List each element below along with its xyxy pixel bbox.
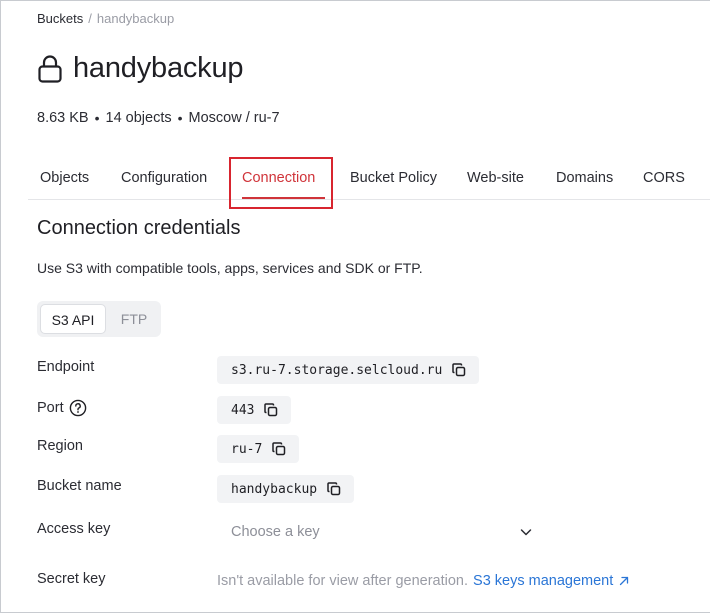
access-key-select[interactable]: Choose a key [217, 519, 537, 545]
tab-web-site[interactable]: Web-site [467, 170, 524, 186]
protocol-toggle: S3 API FTP [37, 301, 161, 337]
port-value: 443 [231, 402, 255, 418]
s3-keys-management-link-text: S3 keys management [473, 573, 614, 589]
access-key-label: Access key [37, 521, 110, 537]
section-title: Connection credentials [37, 217, 241, 239]
secret-key-note-text: Isn't available for view after generatio… [217, 573, 469, 589]
tab-bar: Objects Configuration Connection Bucket … [28, 158, 710, 200]
copy-icon[interactable] [263, 402, 279, 418]
bucket-name-value: handybackup [231, 481, 318, 497]
endpoint-label-text: Endpoint [37, 359, 95, 375]
meta-separator: • [94, 110, 100, 126]
region-value: ru-7 [231, 441, 263, 457]
secret-key-label-text: Secret key [37, 571, 106, 587]
chevron-down-icon [520, 529, 532, 536]
region-value-chip: ru-7 [217, 435, 300, 463]
help-circle-icon[interactable] [69, 399, 87, 417]
s3-keys-management-link[interactable]: S3 keys management [473, 573, 630, 589]
toggle-ftp[interactable]: FTP [110, 304, 158, 334]
region-label: Region [37, 438, 83, 454]
port-value-chip: 443 [217, 396, 292, 424]
secret-key-label: Secret key [37, 571, 106, 587]
tab-cors[interactable]: CORS [643, 170, 685, 186]
copy-icon[interactable] [271, 441, 287, 457]
lock-icon [38, 54, 62, 83]
endpoint-value: s3.ru-7.storage.selcloud.ru [231, 362, 443, 378]
annotation-highlight-box [229, 157, 333, 209]
breadcrumb-root[interactable]: Buckets [37, 11, 83, 26]
copy-icon[interactable] [451, 362, 467, 378]
section-subtitle: Use S3 with compatible tools, apps, serv… [37, 260, 423, 276]
port-label: Port [37, 399, 87, 417]
bucket-name-label-text: Bucket name [37, 478, 122, 494]
access-key-label-text: Access key [37, 521, 111, 537]
meta-separator: • [177, 110, 183, 126]
toggle-s3-api[interactable]: S3 API [40, 304, 106, 334]
bucket-object-count: 14 objects [105, 110, 172, 126]
page-title: handybackup [73, 52, 244, 84]
bucket-meta: 8.63 KB • 14 objects • Moscow / ru-7 [37, 110, 280, 126]
tab-objects[interactable]: Objects [40, 170, 89, 186]
breadcrumb: Buckets / handybackup [37, 11, 174, 26]
bucket-name-value-chip: handybackup [217, 475, 355, 503]
port-label-text: Port [37, 400, 64, 416]
endpoint-label: Endpoint [37, 359, 94, 375]
tab-bucket-policy[interactable]: Bucket Policy [350, 170, 437, 186]
bucket-name-label: Bucket name [37, 478, 122, 494]
bucket-size: 8.63 KB [37, 110, 89, 126]
secret-key-note: Isn't available for view after generatio… [217, 573, 630, 589]
external-link-icon [620, 576, 629, 586]
breadcrumb-separator: / [88, 11, 92, 26]
bucket-location: Moscow / ru-7 [188, 110, 280, 126]
endpoint-value-chip: s3.ru-7.storage.selcloud.ru [217, 356, 480, 384]
page-title-row: handybackup [37, 52, 244, 85]
region-label-text: Region [37, 438, 83, 454]
copy-icon[interactable] [326, 481, 342, 497]
tab-configuration[interactable]: Configuration [121, 170, 207, 186]
access-key-placeholder: Choose a key [231, 524, 320, 540]
tab-domains[interactable]: Domains [556, 170, 613, 186]
breadcrumb-current: handybackup [96, 11, 175, 26]
